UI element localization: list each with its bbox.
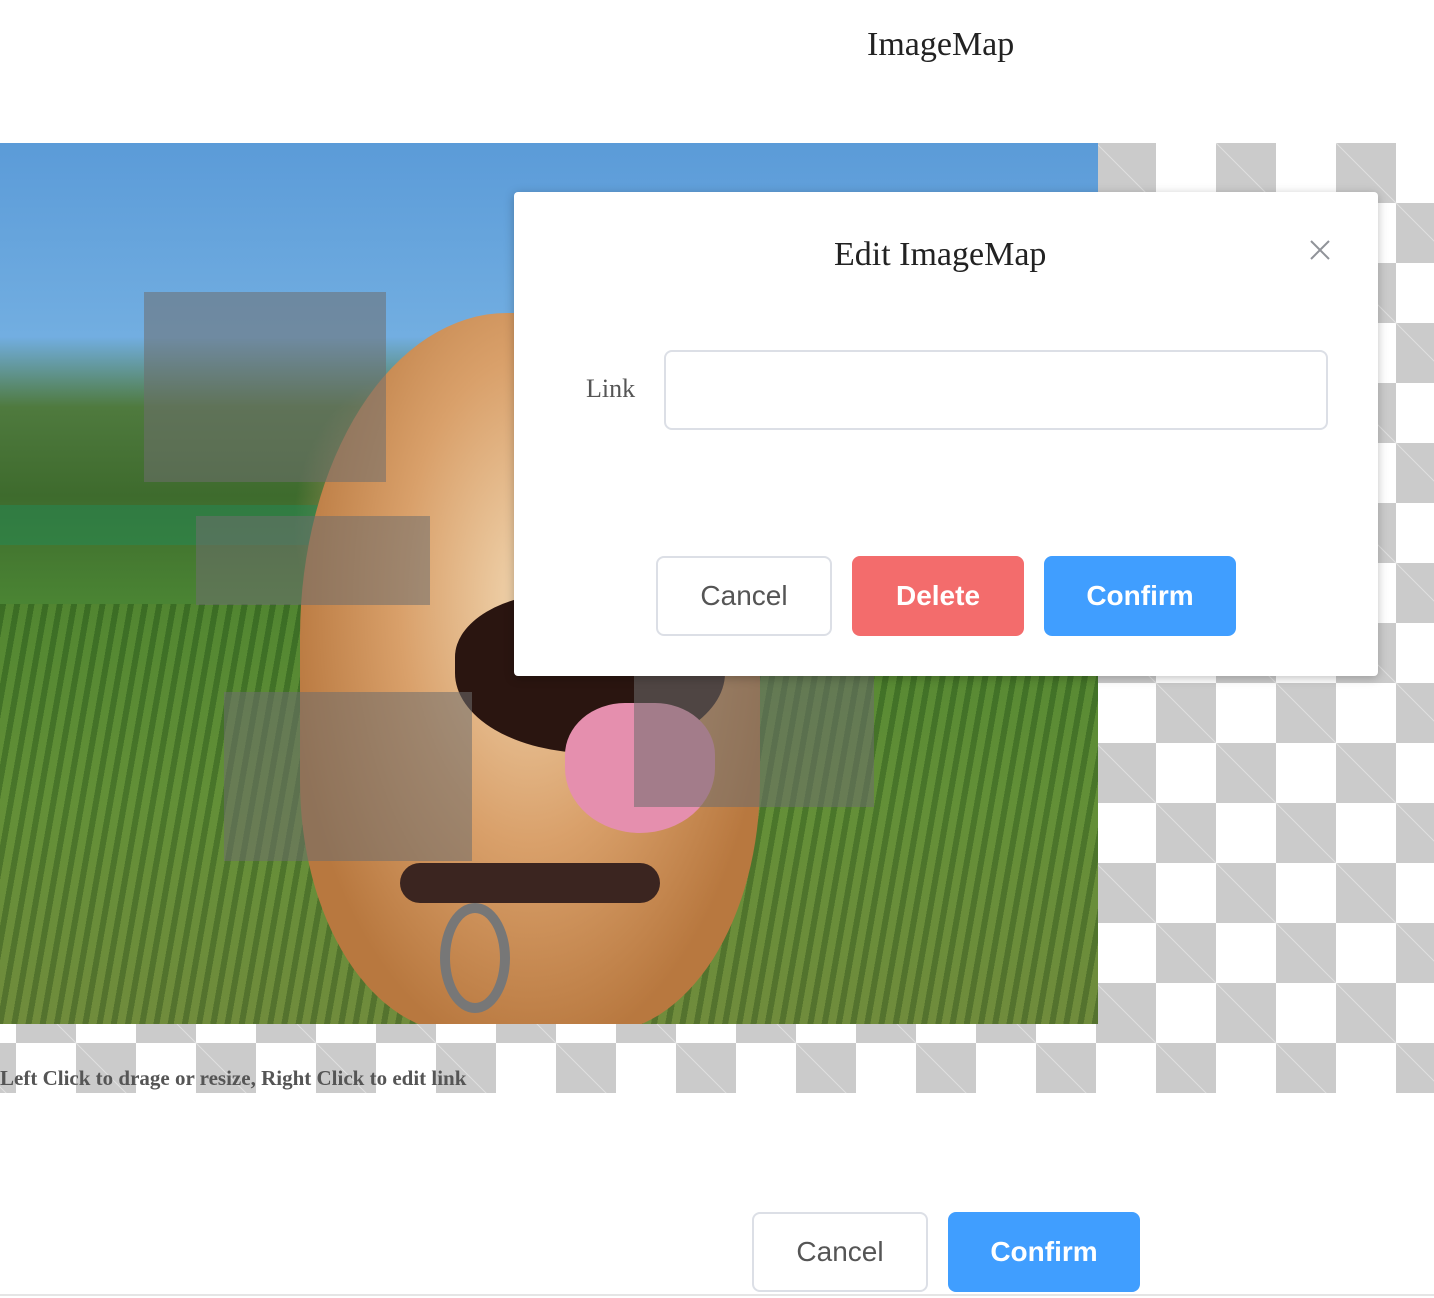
imagemap-area[interactable] <box>144 292 386 482</box>
footer-divider <box>0 1294 1434 1296</box>
dialog-confirm-button[interactable]: Confirm <box>1044 556 1236 636</box>
footer-confirm-button[interactable]: Confirm <box>948 1212 1140 1292</box>
page: ImageMap Left Click to drage or resize, … <box>0 0 1434 1298</box>
imagemap-area[interactable] <box>634 676 874 807</box>
imagemap-area[interactable] <box>224 692 472 861</box>
dialog-title: Edit ImageMap <box>834 236 1047 273</box>
page-header: ImageMap <box>0 26 1434 76</box>
dialog-cancel-button[interactable]: Cancel <box>656 556 832 636</box>
edit-imagemap-dialog: Edit ImageMap Link Cancel Delete Confirm <box>514 192 1378 676</box>
imagemap-area[interactable] <box>196 516 430 605</box>
photo-dog-collar <box>400 863 660 903</box>
usage-hint: Left Click to drage or resize, Right Cli… <box>0 1066 467 1090</box>
page-title: ImageMap <box>867 26 1015 63</box>
close-icon-glyph <box>1310 240 1330 260</box>
dialog-delete-button[interactable]: Delete <box>852 556 1024 636</box>
footer-cancel-button[interactable]: Cancel <box>752 1212 928 1292</box>
link-label: Link <box>586 374 636 403</box>
link-input[interactable] <box>664 350 1328 430</box>
close-icon[interactable] <box>1306 236 1334 264</box>
photo-dog-tag-ring <box>440 903 510 1013</box>
